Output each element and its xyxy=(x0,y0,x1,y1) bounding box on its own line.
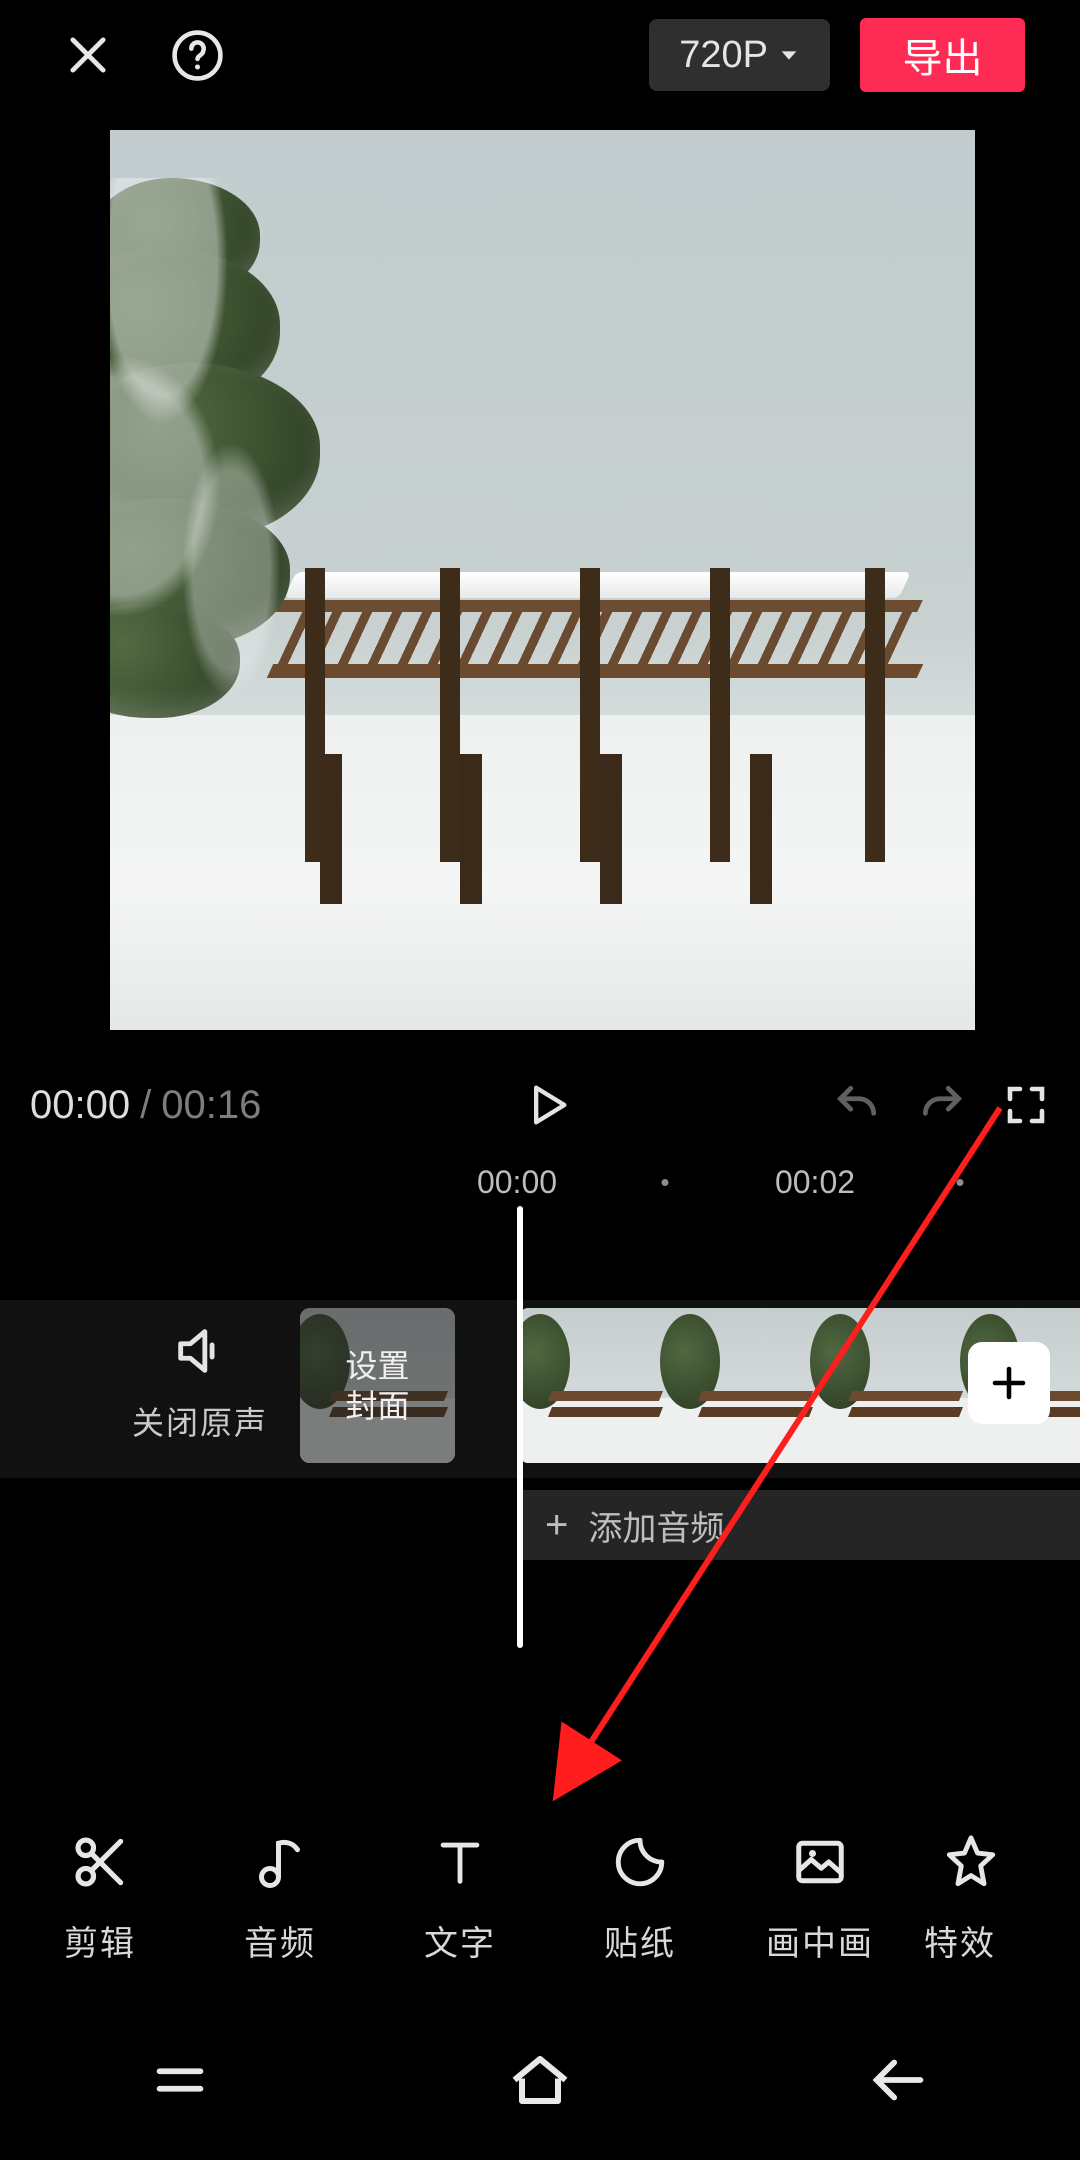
nav-back-button[interactable] xyxy=(865,2045,935,2115)
plus-icon xyxy=(988,1362,1030,1404)
play-button[interactable] xyxy=(521,1079,573,1131)
back-icon xyxy=(865,2045,935,2115)
tool-audio[interactable]: 音频 xyxy=(190,1826,370,1965)
tool-pip[interactable]: 画中画 xyxy=(730,1826,910,1965)
music-note-icon xyxy=(190,1826,370,1898)
tool-fx[interactable]: 特效 xyxy=(910,1826,1010,1965)
tool-edit[interactable]: 剪辑 xyxy=(10,1826,190,1965)
tool-label: 文字 xyxy=(370,1916,550,1965)
help-button[interactable] xyxy=(165,23,230,88)
add-clip-button[interactable] xyxy=(968,1342,1050,1424)
scissors-icon xyxy=(10,1826,190,1898)
ruler-tick: 00:02 xyxy=(775,1164,855,1201)
text-icon xyxy=(370,1826,550,1898)
home-icon xyxy=(504,2044,576,2116)
resolution-label: 720P xyxy=(679,34,768,77)
redo-button[interactable] xyxy=(917,1080,967,1130)
preview-snow xyxy=(110,715,975,1030)
video-preview[interactable] xyxy=(110,130,975,1030)
play-icon xyxy=(521,1079,573,1131)
tool-sticker[interactable]: 贴纸 xyxy=(550,1826,730,1965)
timeline-area xyxy=(0,1210,1080,1640)
pip-icon xyxy=(730,1826,910,1898)
close-icon xyxy=(62,29,114,81)
tool-bar: 剪辑 音频 文字 贴纸 画中画 特效 xyxy=(0,1795,1080,1995)
playback-bar: 00:00 / 00:16 xyxy=(0,1060,1080,1150)
chevron-down-icon xyxy=(778,44,800,66)
close-button[interactable] xyxy=(55,23,120,88)
ruler-dot xyxy=(957,1179,964,1186)
time-current: 00:00 xyxy=(30,1083,130,1128)
tool-label: 特效 xyxy=(910,1916,1010,1965)
export-button[interactable]: 导出 xyxy=(860,18,1025,92)
system-nav-bar xyxy=(0,2000,1080,2160)
fullscreen-icon xyxy=(1002,1081,1050,1129)
tool-label: 画中画 xyxy=(730,1916,910,1965)
timeline-ruler[interactable]: 00:00 00:02 xyxy=(0,1155,1080,1210)
ruler-tick: 00:00 xyxy=(477,1164,557,1201)
redo-icon xyxy=(917,1080,967,1130)
nav-menu-button[interactable] xyxy=(145,2045,215,2115)
top-bar: 720P 导出 xyxy=(0,0,1080,110)
undo-button[interactable] xyxy=(832,1080,882,1130)
preview-tree xyxy=(110,178,355,738)
menu-icon xyxy=(145,2045,215,2115)
star-icon xyxy=(910,1826,1010,1898)
tool-text[interactable]: 文字 xyxy=(370,1826,550,1965)
resolution-button[interactable]: 720P xyxy=(649,19,830,91)
tool-label: 剪辑 xyxy=(10,1916,190,1965)
tool-label: 贴纸 xyxy=(550,1916,730,1965)
fullscreen-button[interactable] xyxy=(1002,1081,1050,1129)
tool-label: 音频 xyxy=(190,1916,370,1965)
time-separator: / xyxy=(140,1083,151,1128)
sticker-icon xyxy=(550,1826,730,1898)
ruler-dot xyxy=(662,1179,669,1186)
nav-home-button[interactable] xyxy=(504,2044,576,2116)
time-duration: 00:16 xyxy=(161,1083,261,1128)
undo-icon xyxy=(832,1080,882,1130)
playhead[interactable] xyxy=(517,1206,523,1648)
export-label: 导出 xyxy=(903,26,983,84)
help-icon xyxy=(170,28,225,83)
